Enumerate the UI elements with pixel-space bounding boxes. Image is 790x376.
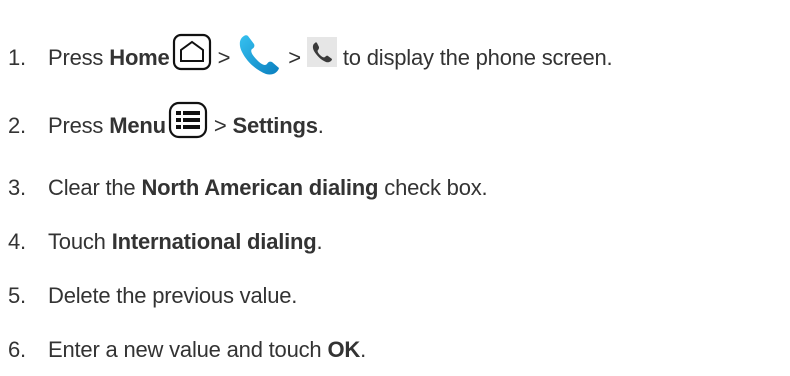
step-number: 3. (8, 175, 26, 200)
menu-icon (168, 101, 208, 139)
home-key-label: Home (109, 45, 170, 70)
step-1: 1. Press Home > > to display the phone s… (8, 33, 613, 78)
settings-label: Settings (232, 113, 318, 138)
step-text: to display the phone screen. (342, 45, 613, 70)
separator: > (213, 113, 227, 138)
step-text: Press (48, 113, 104, 138)
home-icon (172, 33, 212, 71)
step-text: Touch (48, 229, 106, 254)
step-4: 4. Touch International dialing . (8, 222, 323, 262)
phone-icon (236, 32, 282, 76)
separator: > (217, 45, 231, 70)
step-text: . (316, 229, 323, 254)
option-label: North American dialing (141, 175, 379, 200)
separator: > (288, 45, 301, 70)
step-text: check box. (384, 175, 488, 200)
option-label: International dialing (111, 229, 317, 254)
step-text: Press (48, 45, 104, 70)
menu-key-label: Menu (109, 113, 166, 138)
step-number: 1. (8, 45, 26, 70)
step-text: Delete the previous value. (48, 283, 298, 308)
step-6: 6. Enter a new value and touch OK . (8, 330, 366, 370)
step-number: 6. (8, 337, 26, 362)
step-3: 3. Clear the North American dialing chec… (8, 168, 488, 208)
step-5: 5. Delete the previous value. (8, 276, 297, 316)
step-text: . (360, 337, 366, 362)
step-text: Enter a new value and touch (48, 337, 322, 362)
step-number: 2. (8, 113, 26, 138)
ok-label: OK (327, 337, 361, 362)
step-number: 4. (8, 229, 26, 254)
step-number: 5. (8, 283, 26, 308)
phone-icon (306, 37, 337, 67)
step-text: . (317, 113, 324, 138)
step-text: Clear the (48, 175, 136, 200)
step-2: 2. Press Menu > Settings . (8, 101, 324, 146)
